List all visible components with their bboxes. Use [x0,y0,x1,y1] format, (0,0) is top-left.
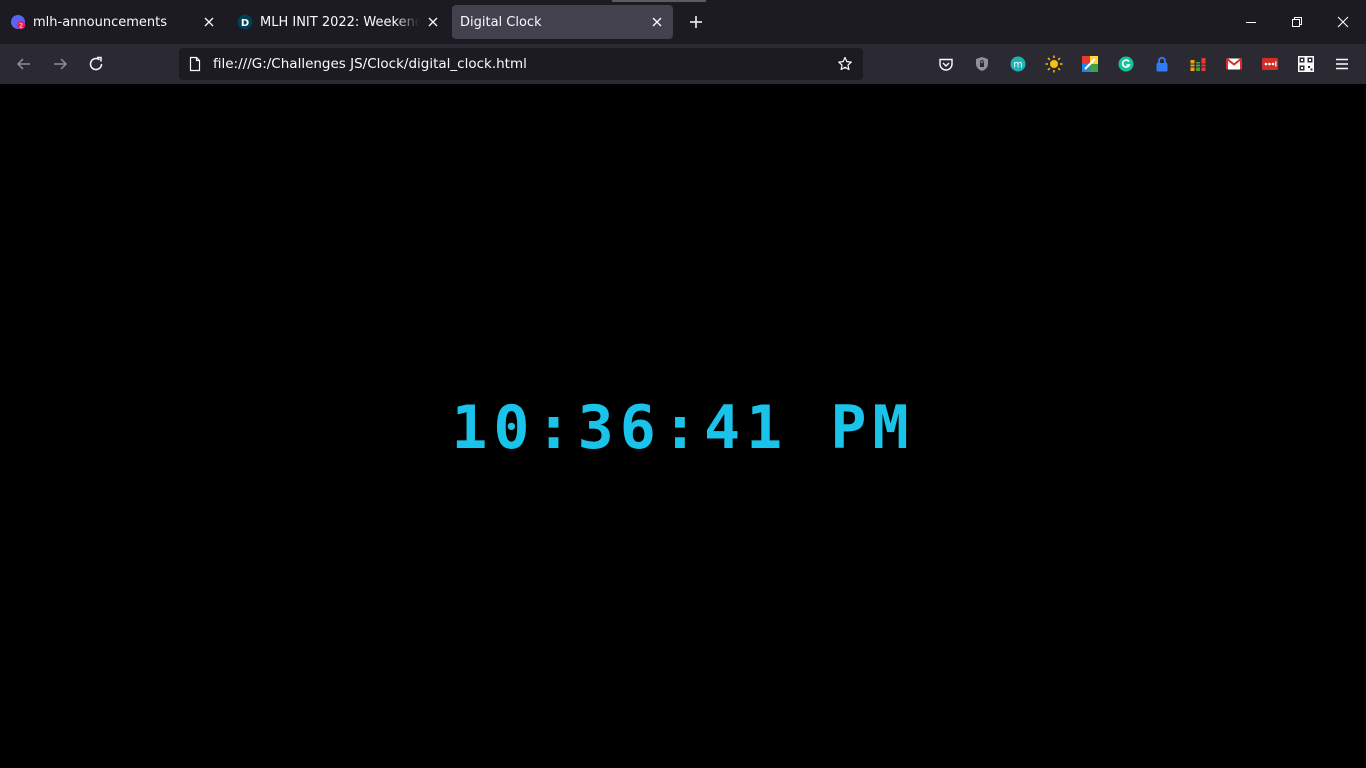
navigation-toolbar: file:///G:/Challenges JS/Clock/digital_c… [0,44,1366,84]
devpost-icon: D [237,14,253,30]
svg-text:D: D [241,18,249,29]
discord-badge-icon: 2 [10,14,26,30]
tab-mlh-init[interactable]: D MLH INIT 2022: Weekend: Join us [227,5,449,39]
menu-icon[interactable] [1332,54,1352,74]
bookmark-star-icon[interactable] [833,52,857,76]
close-tab-icon[interactable] [649,14,665,30]
sun-icon[interactable] [1044,54,1064,74]
arrow-left-icon [16,58,30,70]
restore-icon [1292,17,1302,27]
close-window-button[interactable] [1320,0,1366,44]
address-text[interactable]: file:///G:/Challenges JS/Clock/digital_c… [213,48,527,80]
qr-code-icon[interactable] [1296,54,1316,74]
back-button[interactable] [10,50,38,78]
tab-title: mlh-announcements [33,14,167,30]
grammarly-icon[interactable] [1116,54,1136,74]
address-bar[interactable]: file:///G:/Challenges JS/Clock/digital_c… [179,48,863,80]
lastpass-icon[interactable] [1260,54,1280,74]
m-extension-icon[interactable]: m [1008,54,1028,74]
tab-digital-clock[interactable]: Digital Clock [452,5,673,39]
page-viewport: 10:36:41 PM [0,84,1366,768]
svg-text:2: 2 [19,23,23,30]
page-icon[interactable] [187,56,203,72]
color-grid-icon[interactable] [1080,54,1100,74]
forward-button[interactable] [46,50,74,78]
digital-clock: 10:36:41 PM [451,393,915,463]
tab-loading-indicator [612,0,706,2]
close-tab-icon[interactable] [425,14,441,30]
lock-icon[interactable] [1152,54,1172,74]
pocket-icon[interactable] [936,54,956,74]
tab-mlh-announcements[interactable]: 2 mlh-announcements [0,5,225,39]
plus-icon [690,16,702,28]
privacy-shield-icon[interactable] [972,54,992,74]
minimize-button[interactable] [1228,0,1274,44]
tab-strip: 2 mlh-announcements D MLH INIT 2022: Wee… [0,0,1366,44]
equalizer-icon[interactable] [1188,54,1208,74]
reload-icon [89,56,103,71]
tab-title: MLH INIT 2022: Weekend: Join us [260,14,419,30]
gmail-icon[interactable] [1224,54,1244,74]
minimize-icon [1246,22,1256,23]
tab-title: Digital Clock [460,14,542,30]
svg-text:m: m [1013,60,1022,71]
close-icon [1337,16,1349,28]
arrow-right-icon [54,58,68,70]
new-tab-button[interactable] [682,8,710,36]
reload-button[interactable] [82,50,110,78]
close-tab-icon[interactable] [201,14,217,30]
restore-button[interactable] [1274,0,1320,44]
